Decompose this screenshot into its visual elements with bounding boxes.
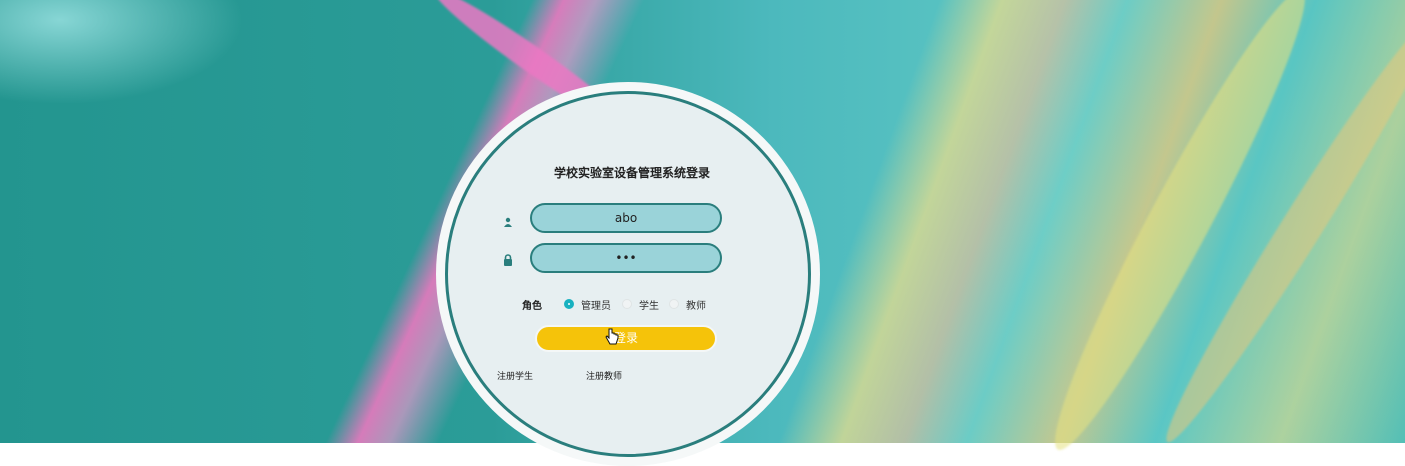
role-label: 角色 (522, 301, 542, 312)
password-input[interactable]: ••• (530, 243, 722, 273)
role-radio-teacher-label[interactable]: 教师 (686, 297, 706, 312)
role-radio-student[interactable] (622, 299, 632, 309)
page-title: 学校实验室设备管理系统登录 (554, 166, 711, 180)
register-student-link[interactable]: 注册学生 (497, 369, 533, 382)
role-radio-student-label[interactable]: 学生 (639, 297, 659, 312)
role-radio-teacher[interactable] (669, 299, 679, 309)
username-input[interactable]: abo (530, 203, 722, 233)
role-radio-admin[interactable] (564, 299, 574, 309)
user-icon (503, 212, 513, 231)
role-radio-admin-label[interactable]: 管理员 (581, 297, 611, 312)
login-button[interactable]: 登录 (535, 325, 717, 352)
hand-cursor-icon (605, 328, 619, 350)
login-panel (445, 91, 811, 457)
lock-icon (503, 251, 513, 270)
register-teacher-link[interactable]: 注册教师 (586, 369, 622, 382)
